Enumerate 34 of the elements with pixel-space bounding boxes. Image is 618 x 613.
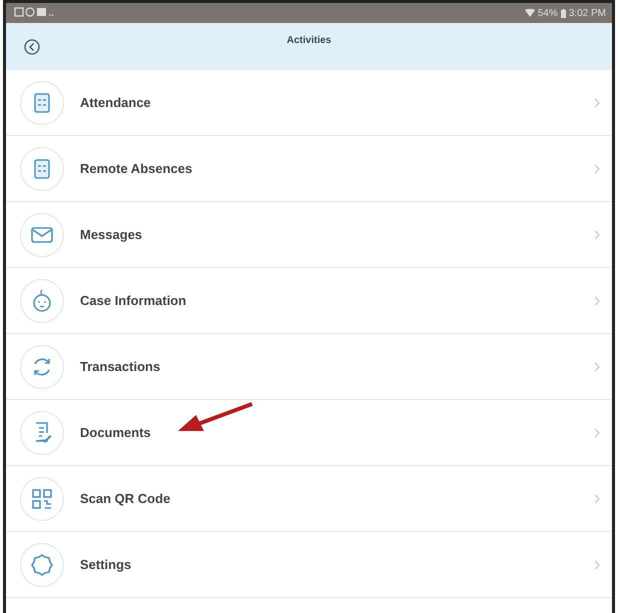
menu-item[interactable]: Transactions	[6, 334, 612, 400]
menu-item[interactable]: Attendance	[6, 70, 612, 136]
screen-title: Activities	[286, 35, 332, 48]
chevron-icon	[594, 362, 600, 372]
qr-code-icon	[31, 488, 53, 510]
chevron-icon	[594, 428, 600, 438]
menu-label: Remote Absences	[80, 161, 194, 176]
menu-label: Scan QR Code	[80, 491, 172, 506]
menu-label: Settings	[80, 557, 132, 572]
menu-label: Transactions	[80, 359, 162, 374]
battery-icon	[560, 8, 566, 18]
chevron-icon	[594, 230, 600, 240]
chevron-icon	[594, 98, 600, 108]
menu-label: Documents	[80, 425, 152, 440]
menu-item[interactable]: Messages	[6, 202, 612, 268]
menu-label: Messages	[80, 227, 144, 242]
chevron-icon	[594, 164, 600, 174]
menu-item[interactable]: Case Information	[6, 268, 612, 334]
menu-label: Attendance	[80, 95, 152, 110]
menu-item[interactable]: Scan QR Code	[6, 466, 612, 532]
chevron-icon	[594, 560, 600, 570]
envelope-icon	[30, 224, 54, 244]
back-button[interactable]	[24, 39, 40, 55]
battery-percent: 54%	[538, 8, 558, 18]
notification-icon	[14, 6, 54, 16]
chevron-icon	[594, 494, 600, 504]
wifi-icon	[524, 9, 535, 17]
clock-time: 3:02 PM	[568, 8, 606, 18]
baby-icon	[31, 288, 53, 312]
chevron-icon	[594, 296, 600, 306]
gear-icon	[30, 552, 54, 576]
menu-label: Case Information	[80, 293, 188, 308]
menu-item[interactable]: Remote Absences	[6, 136, 612, 202]
menu-item[interactable]: Settings	[6, 532, 612, 598]
